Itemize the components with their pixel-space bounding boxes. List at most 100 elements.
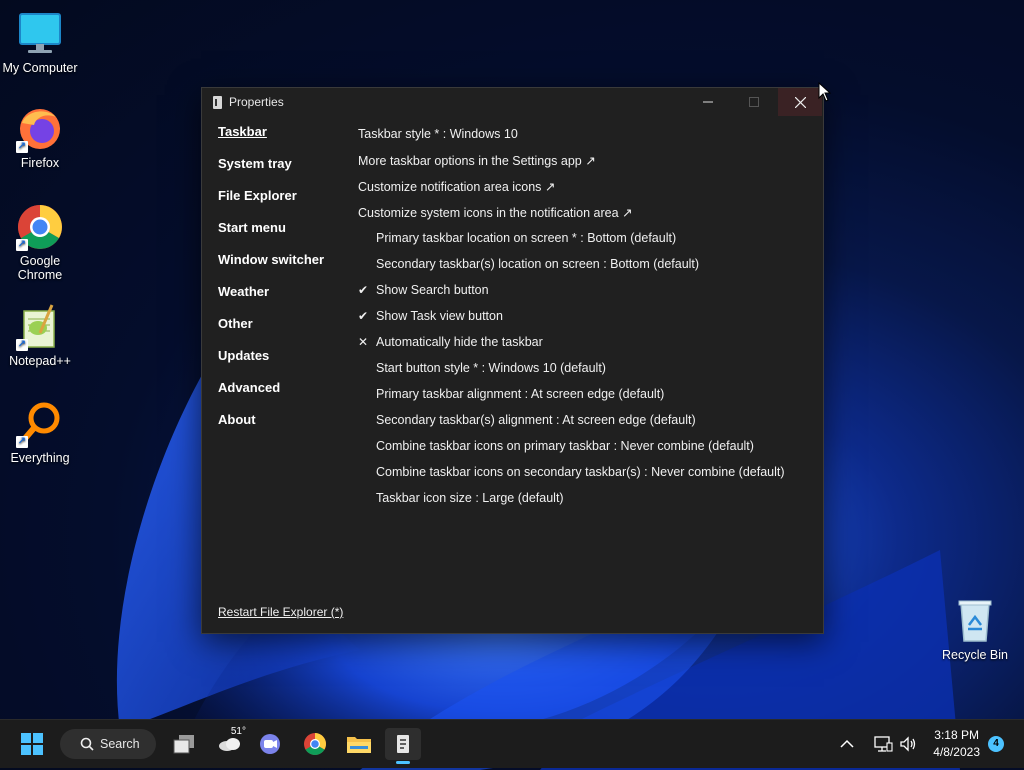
nav-item-advanced[interactable]: Advanced xyxy=(218,380,348,412)
desktop-icon-label: Everything xyxy=(10,451,70,465)
taskbar-chrome-button[interactable] xyxy=(297,728,333,760)
volume-button[interactable] xyxy=(899,720,917,768)
show-hidden-icons-button[interactable] xyxy=(840,720,854,768)
option-show-search-button[interactable]: ✔ Show Search button xyxy=(358,277,813,303)
properties-app-icon xyxy=(397,735,409,753)
nav-item-updates[interactable]: Updates xyxy=(218,348,348,380)
running-indicator xyxy=(396,761,410,764)
search-icon xyxy=(80,737,94,751)
desktop-icon-recycle-bin[interactable]: Recycle Bin xyxy=(935,597,1015,662)
desktop-icon-notepadpp[interactable]: ↗ Notepad++ xyxy=(0,303,80,368)
desktop-icon-label: Firefox xyxy=(20,156,60,170)
nav-item-about[interactable]: About xyxy=(218,412,348,444)
volume-icon xyxy=(900,736,916,752)
option-combine-primary[interactable]: Combine taskbar icons on primary taskbar… xyxy=(358,433,813,459)
option-label: Primary taskbar alignment : At screen ed… xyxy=(376,387,665,401)
desktop-icon-my-computer[interactable]: My Computer xyxy=(0,10,80,75)
desktop-icon-label: Recycle Bin xyxy=(942,648,1008,662)
option-auto-hide-taskbar[interactable]: ✕ Automatically hide the taskbar xyxy=(358,329,813,355)
desktop-icon-everything[interactable]: ↗ Everything xyxy=(0,400,80,465)
option-more-taskbar-settings-link[interactable]: More taskbar options in the Settings app… xyxy=(358,147,813,173)
checkmark-icon: ✔ xyxy=(358,283,369,297)
teams-chat-button[interactable] xyxy=(252,728,288,760)
nav-item-system-tray[interactable]: System tray xyxy=(218,156,348,188)
weather-widget-button[interactable]: 51° xyxy=(210,726,250,760)
option-label: Secondary taskbar(s) location on screen … xyxy=(376,257,700,271)
taskbar-properties-button[interactable] xyxy=(385,728,421,764)
mouse-cursor-icon xyxy=(818,82,832,102)
everything-icon: ↗ xyxy=(16,400,64,448)
chat-icon xyxy=(260,734,280,754)
shortcut-arrow-icon: ↗ xyxy=(16,141,28,153)
search-label: Search xyxy=(100,737,140,751)
desktop-icon-label: Notepad++ xyxy=(9,354,71,368)
nav-item-window-switcher[interactable]: Window switcher xyxy=(218,252,348,284)
nav-item-other[interactable]: Other xyxy=(218,316,348,348)
option-primary-alignment[interactable]: Primary taskbar alignment : At screen ed… xyxy=(358,381,813,407)
monitor-icon xyxy=(16,10,64,58)
option-system-icons-link[interactable]: Customize system icons in the notificati… xyxy=(358,199,813,225)
title-bar[interactable]: Properties xyxy=(202,88,823,116)
start-button[interactable] xyxy=(14,728,50,760)
minimize-button[interactable] xyxy=(686,88,730,116)
properties-window: Properties Taskbar System tray File Expl… xyxy=(201,87,824,634)
taskbar-search-button[interactable]: Search xyxy=(60,729,156,759)
window-title: Properties xyxy=(229,95,284,109)
clock-date: 4/8/2023 xyxy=(933,745,980,759)
shortcut-arrow-icon: ↗ xyxy=(16,339,28,351)
close-button[interactable] xyxy=(778,88,822,116)
notification-badge[interactable]: 4 xyxy=(988,736,1004,752)
checkmark-icon: ✔ xyxy=(358,309,369,323)
option-secondary-alignment[interactable]: Secondary taskbar(s) alignment : At scre… xyxy=(358,407,813,433)
desktop-icon-firefox[interactable]: ↗ Firefox xyxy=(0,105,80,170)
option-label: Combine taskbar icons on primary taskbar… xyxy=(376,439,754,453)
nav-item-file-explorer[interactable]: File Explorer xyxy=(218,188,348,220)
shortcut-arrow-icon: ↗ xyxy=(16,239,28,251)
firefox-icon: ↗ xyxy=(16,105,64,153)
option-taskbar-style[interactable]: Taskbar style * : Windows 10 xyxy=(358,121,813,147)
cloud-icon xyxy=(219,738,240,751)
maximize-button[interactable] xyxy=(732,88,776,116)
network-status-button[interactable] xyxy=(873,720,893,768)
app-icon xyxy=(213,95,222,109)
maximize-icon xyxy=(749,97,759,107)
option-notification-area-icons-link[interactable]: Customize notification area icons ↗ xyxy=(358,173,813,199)
chrome-icon: ↗ xyxy=(16,203,64,251)
option-combine-secondary[interactable]: Combine taskbar icons on secondary taskb… xyxy=(358,459,813,485)
close-icon xyxy=(794,96,806,108)
desktop-icon-label: Google Chrome xyxy=(17,254,63,282)
taskbar: Search 51° 3:18 PM 4/8/2023 4 xyxy=(0,719,1024,768)
chrome-icon xyxy=(304,733,326,755)
option-label: Show Task view button xyxy=(376,309,503,323)
option-label: Taskbar icon size : Large (default) xyxy=(376,491,564,505)
task-view-icon xyxy=(173,735,194,754)
option-start-button-style[interactable]: Start button style * : Windows 10 (defau… xyxy=(358,355,813,381)
recycle-bin-icon xyxy=(951,597,999,645)
nav-item-start-menu[interactable]: Start menu xyxy=(218,220,348,252)
network-icon xyxy=(874,736,893,752)
windows-logo-icon xyxy=(21,733,43,755)
option-show-task-view-button[interactable]: ✔ Show Task view button xyxy=(358,303,813,329)
minimize-icon xyxy=(703,101,713,103)
taskbar-file-explorer-button[interactable] xyxy=(341,728,377,760)
chevron-up-icon xyxy=(840,739,854,748)
option-label: Show Search button xyxy=(376,283,489,297)
option-label: Automatically hide the taskbar xyxy=(376,335,543,349)
settings-nav: Taskbar System tray File Explorer Start … xyxy=(218,124,348,444)
desktop-icon-label: My Computer xyxy=(2,61,78,75)
notepadpp-icon: ↗ xyxy=(16,303,64,351)
option-primary-location[interactable]: Primary taskbar location on screen * : B… xyxy=(358,225,813,251)
nav-item-taskbar[interactable]: Taskbar xyxy=(218,124,348,156)
option-label: Secondary taskbar(s) alignment : At scre… xyxy=(376,413,696,427)
restart-file-explorer-link[interactable]: Restart File Explorer (*) xyxy=(218,605,343,619)
option-secondary-location[interactable]: Secondary taskbar(s) location on screen … xyxy=(358,251,813,277)
clock-button[interactable]: 3:18 PM 4/8/2023 xyxy=(933,727,980,761)
desktop-icon-google-chrome[interactable]: ↗ Google Chrome xyxy=(0,203,80,282)
option-label: Primary taskbar location on screen * : B… xyxy=(376,231,677,245)
shortcut-arrow-icon: ↗ xyxy=(16,436,28,448)
option-label: More taskbar options in the Settings app… xyxy=(358,153,596,168)
nav-item-weather[interactable]: Weather xyxy=(218,284,348,316)
option-label: Customize notification area icons ↗ xyxy=(358,179,556,194)
option-icon-size[interactable]: Taskbar icon size : Large (default) xyxy=(358,485,813,511)
task-view-button[interactable] xyxy=(166,728,202,760)
